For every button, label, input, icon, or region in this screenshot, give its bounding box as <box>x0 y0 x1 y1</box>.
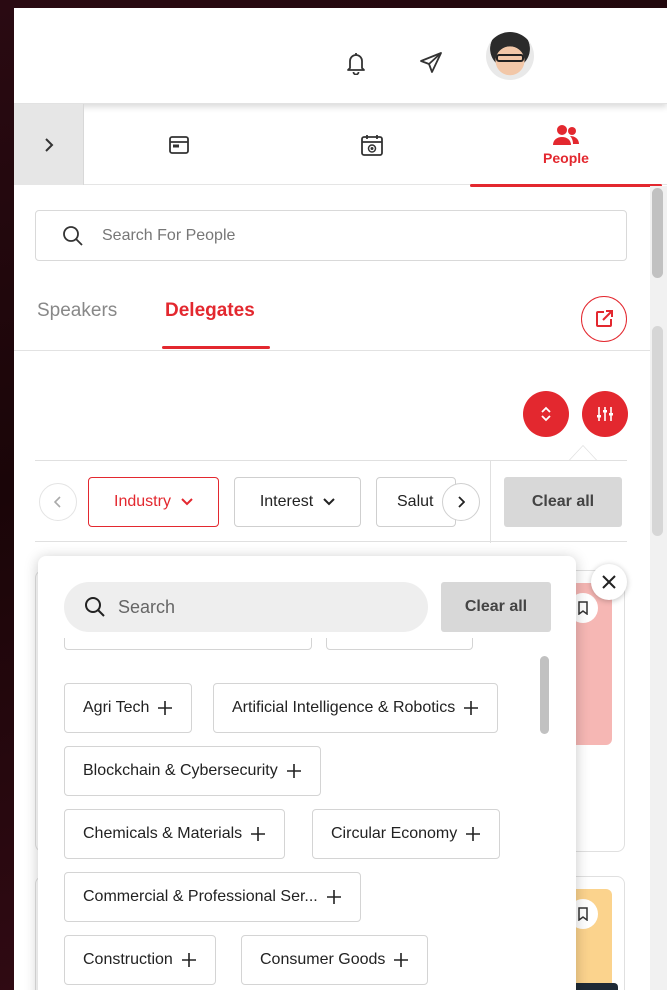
clear-all-button[interactable]: Clear all <box>504 477 622 527</box>
industry-tag-list: Agri Tech Artificial Intelligence & Robo… <box>38 638 538 990</box>
tag-option[interactable] <box>326 638 473 650</box>
plus-icon <box>250 826 266 842</box>
people-panel: People Search For People Speakers Delega… <box>14 8 667 990</box>
filter-pointer <box>569 445 597 460</box>
plus-icon <box>286 763 302 779</box>
tag-label: Artificial Intelligence & Robotics <box>232 699 456 716</box>
tag-label: Consumer Goods <box>260 951 386 968</box>
filter-chip-label: Salut <box>397 493 434 510</box>
industry-filter-popover: Search Clear all Agri Tech Artificial In… <box>38 556 576 990</box>
divider <box>490 461 491 543</box>
tag-option[interactable]: Chemicals & Materials <box>64 809 286 859</box>
tag-label: Agri Tech <box>83 699 150 716</box>
filter-chip-industry[interactable]: Industry <box>88 477 219 527</box>
sort-button[interactable] <box>523 391 569 437</box>
popover-scrollbar-thumb[interactable] <box>540 656 549 734</box>
page-scrollbar[interactable] <box>650 186 667 990</box>
search-icon <box>85 597 105 617</box>
people-icon <box>553 124 579 145</box>
main-tabs: People <box>14 104 667 187</box>
plus-icon <box>157 700 173 716</box>
chevron-down-icon <box>323 498 335 506</box>
plus-icon <box>326 889 342 905</box>
search-icon <box>63 225 83 246</box>
people-search-input[interactable]: Search For People <box>35 210 627 261</box>
top-bar <box>14 8 667 104</box>
plus-icon <box>181 952 197 968</box>
tag-option[interactable]: Construction <box>64 935 216 985</box>
send-icon[interactable] <box>416 48 446 78</box>
tag-label: Commercial & Professional Ser... <box>83 888 318 905</box>
search-placeholder: Search For People <box>102 226 236 244</box>
tab-agenda[interactable] <box>274 104 470 185</box>
chips-prev-button[interactable] <box>39 483 77 521</box>
plus-icon <box>465 826 481 842</box>
popover-search-input[interactable]: Search <box>64 582 428 632</box>
filter-sliders-icon <box>597 407 613 421</box>
filter-chip-label: Industry <box>114 493 171 510</box>
chevron-left-icon <box>54 496 61 508</box>
calendar-live-icon <box>361 134 383 156</box>
plus-icon <box>393 952 409 968</box>
tag-option[interactable]: Agri Tech <box>64 683 193 733</box>
chevron-right-icon <box>44 137 53 152</box>
export-button[interactable] <box>581 296 627 342</box>
tag-option[interactable]: Consumer Goods <box>241 935 429 985</box>
tag-label: Circular Economy <box>331 825 458 842</box>
tab-speakers[interactable]: Speakers <box>37 300 117 322</box>
divider <box>14 350 650 351</box>
tag-label: Chemicals & Materials <box>83 825 243 842</box>
popover-search-placeholder: Search <box>118 596 176 617</box>
avatar[interactable] <box>486 32 534 80</box>
filter-button[interactable] <box>582 391 628 437</box>
filter-chip-label: Interest <box>259 493 314 510</box>
popover-clear-all-button[interactable]: Clear all <box>441 582 551 632</box>
tab-people-label: People <box>543 149 589 166</box>
browser-window-icon <box>169 135 189 154</box>
tag-option[interactable]: Commercial & Professional Ser... <box>64 872 361 922</box>
tag-label: Blockchain & Cybersecurity <box>83 762 278 779</box>
close-popover-button[interactable] <box>591 564 627 600</box>
chevron-right-icon <box>458 496 465 508</box>
tag-label: Construction <box>83 951 173 968</box>
plus-icon <box>463 700 479 716</box>
tag-option[interactable]: Circular Economy <box>312 809 501 859</box>
scrollbar-thumb[interactable] <box>652 188 663 278</box>
filter-chip-interest[interactable]: Interest <box>234 477 361 527</box>
popover-scrollbar[interactable] <box>538 656 550 990</box>
tag-option[interactable]: Artificial Intelligence & Robotics <box>213 683 499 733</box>
bell-icon[interactable] <box>341 48 371 78</box>
tag-option[interactable]: Blockchain & Cybersecurity <box>64 746 321 796</box>
close-icon <box>602 575 616 589</box>
tab-info[interactable] <box>84 104 274 185</box>
tag-option[interactable] <box>64 638 312 650</box>
tab-people[interactable]: People <box>470 104 662 187</box>
subtab-indicator <box>162 346 270 349</box>
scrollbar-track-highlight <box>652 326 663 536</box>
expand-sidebar-button[interactable] <box>14 104 84 185</box>
tab-delegates[interactable]: Delegates <box>165 300 255 322</box>
chips-next-button[interactable] <box>442 483 480 521</box>
sort-icon <box>541 406 551 422</box>
filter-chips-row: Industry Interest Salut Clear all <box>35 460 627 543</box>
chevron-down-icon <box>181 498 193 506</box>
active-tab-indicator <box>470 184 662 187</box>
external-link-icon <box>596 310 613 327</box>
